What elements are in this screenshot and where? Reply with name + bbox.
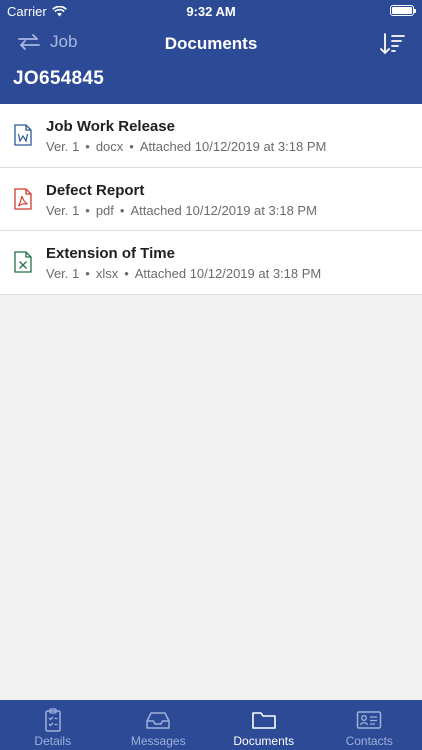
- battery-icon: [390, 5, 416, 16]
- separator-dot: •: [124, 266, 129, 281]
- document-type: xlsx: [95, 266, 119, 281]
- separator-dot: •: [119, 202, 125, 218]
- pdf-file-icon: [14, 187, 32, 210]
- document-meta: Ver. 1 • pdf • Attached 10/12/2019 at 3:18 P…: [46, 203, 317, 218]
- tab-contacts[interactable]: Contacts: [317, 700, 422, 750]
- document-attached: Attached 10/12/2019 at 3:18 PM: [134, 266, 322, 281]
- document-version: Ver. 1: [46, 266, 80, 281]
- separator-dot: •: [85, 139, 90, 154]
- document-attached: Attached 10/12/2019 at 3:18 PM: [139, 139, 327, 154]
- document-title: Extension of Time: [46, 245, 175, 262]
- separator-dot: •: [129, 139, 134, 154]
- document-type: docx: [95, 139, 124, 154]
- document-version: Ver. 1: [46, 202, 80, 218]
- document-meta: Ver. 1 • xlsx • Attached 10/12/2019 at 3:18 …: [46, 266, 321, 281]
- folder-icon: [251, 712, 276, 729]
- list-item[interactable]: Job Work Release Ver. 1 • docx • Attached 10…: [0, 104, 422, 168]
- tab-bar: Details Messages Documents Contacts: [0, 700, 422, 750]
- tab-messages[interactable]: Messages: [106, 700, 212, 750]
- tab-documents[interactable]: Documents: [211, 700, 317, 750]
- document-title: Job Work Release: [46, 118, 175, 135]
- separator-dot: •: [85, 266, 90, 281]
- document-list: Job Work Release Ver. 1 • docx • Attached 10…: [0, 104, 422, 295]
- separator-dot: •: [85, 202, 90, 218]
- swap-arrows-icon: [18, 34, 40, 50]
- document-version: Ver. 1: [46, 139, 80, 154]
- document-type: pdf: [95, 202, 114, 218]
- word-file-icon: [14, 124, 32, 146]
- back-label: Job: [50, 32, 78, 51]
- document-attached: Attached 10/12/2019 at 3:18 PM: [130, 202, 317, 218]
- navigation-bar: Job Documents: [0, 28, 422, 60]
- tab-label: Documents: [233, 734, 295, 748]
- list-item[interactable]: Defect Report Ver. 1 • pdf • Attached 10/12/…: [0, 167, 422, 231]
- document-meta: Ver. 1 • docx • Attached 10/12/2019 at 3:18 …: [46, 139, 326, 154]
- clipboard-checklist-icon: [45, 708, 61, 732]
- list-item[interactable]: Extension of Time Ver. 1 • xlsx • Attached 1…: [0, 231, 422, 295]
- sort-icon[interactable]: [380, 32, 406, 56]
- job-id: JO654845: [13, 68, 105, 89]
- inbox-tray-icon: [146, 712, 170, 729]
- app-header: Carrier 9:32 AM Job Documents JO654845: [0, 0, 422, 104]
- contact-card-icon: [357, 711, 382, 729]
- status-bar: Carrier 9:32 AM: [0, 0, 422, 22]
- tab-label: Details: [34, 734, 72, 748]
- tab-label: Contacts: [345, 734, 393, 748]
- document-title: Defect Report: [46, 181, 145, 199]
- back-to-job-button[interactable]: Job: [18, 32, 77, 52]
- excel-file-icon: [14, 251, 32, 273]
- tab-details[interactable]: Details: [0, 700, 106, 750]
- tab-label: Messages: [130, 734, 186, 748]
- status-time: 9:32 AM: [186, 4, 236, 19]
